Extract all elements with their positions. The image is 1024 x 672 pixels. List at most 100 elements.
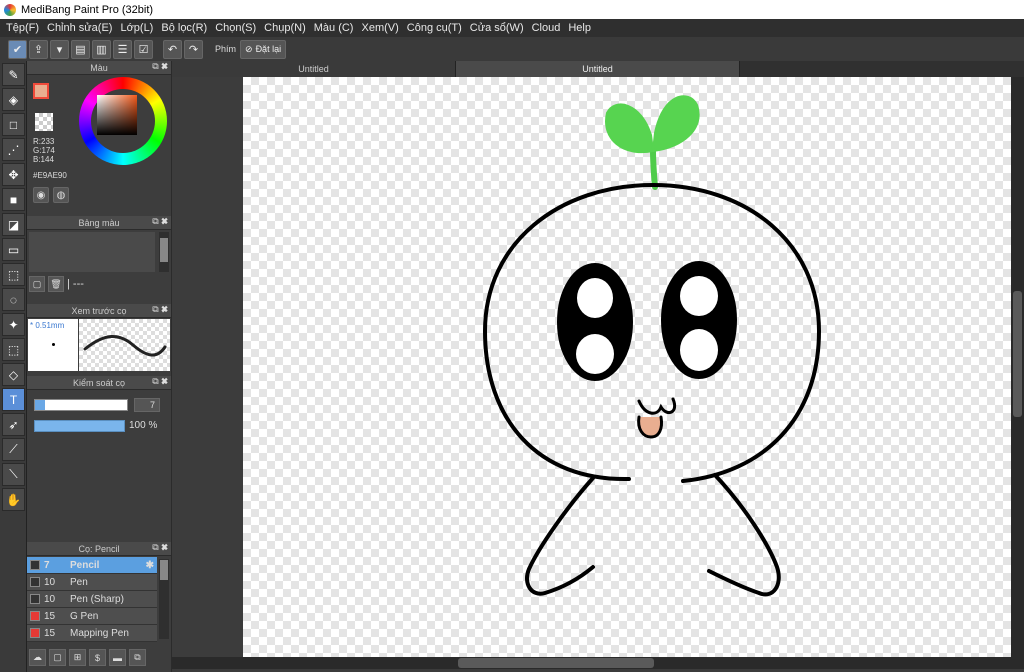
menu-cloud[interactable]: Cloud (528, 22, 565, 34)
swatch-scrollbar[interactable] (159, 232, 169, 272)
panel-close-icon[interactable]: ⧉ ✖ (152, 61, 168, 72)
menu-snap[interactable]: Chụp(N) (260, 22, 310, 34)
gradient-tool-icon[interactable]: ▭ (2, 238, 25, 261)
menu-layer[interactable]: Lớp(L) (116, 22, 157, 34)
undo-icon[interactable]: ↶ (163, 39, 182, 59)
brush-size: 15 (44, 627, 56, 639)
key-label: Phím (215, 44, 237, 54)
move-tool-icon[interactable]: ✥ (2, 163, 25, 186)
transparent-color-swatch[interactable] (35, 113, 53, 131)
document-icon[interactable]: ▥ (92, 39, 111, 59)
color-wheel[interactable] (79, 77, 167, 165)
brush-size-value[interactable]: 7 (134, 398, 160, 412)
magic-wand-tool-icon[interactable]: ✦ (2, 313, 25, 336)
divide-tool-icon[interactable]: ⟋ (2, 438, 25, 461)
tab-untitled-1[interactable]: Untitled (172, 61, 456, 77)
brush-panel-title: Cọ: Pencil (78, 543, 120, 554)
menu-edit[interactable]: Chỉnh sửa(E) (43, 22, 116, 34)
app-window: MediBang Paint Pro (32bit) Tệp(F) Chỉnh … (0, 0, 1024, 672)
color-panel-title: Màu (90, 62, 108, 73)
tab-untitled-2[interactable]: Untitled (456, 61, 740, 77)
brush-row[interactable]: 7 Pencil ✱ (27, 557, 157, 574)
brush-control-panel: Kiểm soát cọ ⧉ ✖ 7 100 % (27, 376, 171, 438)
panel-close-icon[interactable]: ⧉ ✖ (152, 376, 168, 387)
brush-opacity-value: 100 % (129, 420, 158, 431)
brush-opacity-slider[interactable] (34, 420, 125, 432)
fill-rect-tool-icon[interactable]: ■ (2, 188, 25, 211)
panel-close-icon[interactable]: ⧉ ✖ (152, 304, 168, 315)
brush-color-box (30, 577, 40, 587)
redo-icon[interactable]: ↷ (184, 39, 203, 59)
select-pen-tool-icon[interactable]: ⬚ (2, 338, 25, 361)
rect-shape-tool-icon[interactable]: □ (2, 113, 25, 136)
comment-icon[interactable]: ▾ (50, 39, 69, 59)
brush-size: 7 (44, 559, 50, 571)
brush-panel: Cọ: Pencil ⧉ ✖ 7 Pencil ✱ 10 Pen 10 Pen … (27, 542, 171, 672)
palette-icon[interactable]: ◉ (33, 187, 49, 203)
hand-tool-icon[interactable]: ✋ (2, 488, 25, 511)
new-swatch-icon[interactable]: ▢ (29, 276, 45, 292)
menu-tools[interactable]: Công cụ(T) (403, 22, 466, 34)
swatch-panel-header: Bảng màu ⧉ ✖ (27, 216, 171, 230)
saturation-square[interactable] (97, 95, 137, 135)
menu-color[interactable]: Màu (C) (310, 22, 358, 34)
color-panel: Màu ⧉ ✖ R:233 G:174 B:144 #E9AE90 ◉ ◍ (27, 61, 171, 215)
brush-panel-header: Cọ: Pencil ⧉ ✖ (27, 542, 171, 556)
menu-window[interactable]: Cửa sổ(W) (466, 22, 528, 34)
brush-row[interactable]: 15 G Pen (27, 608, 157, 625)
select-tool-icon[interactable]: ⬚ (2, 263, 25, 286)
new-brush-icon[interactable]: ▢ (49, 649, 66, 666)
brush-preview-header: Xem trước cọ ⧉ ✖ (27, 304, 171, 318)
message-icon[interactable]: ▤ (71, 39, 90, 59)
add-brush-icon[interactable]: ⊞ (69, 649, 86, 666)
brush-row[interactable]: 10 Pen (27, 574, 157, 591)
menu-file[interactable]: Tệp(F) (2, 22, 43, 34)
brush-size: 15 (44, 610, 56, 622)
palette-add-icon[interactable]: ◍ (53, 187, 69, 203)
brush-row[interactable]: 15 Mapping Pen (27, 625, 157, 642)
panel-close-icon[interactable]: ⧉ ✖ (152, 542, 168, 553)
swatch-panel: Bảng màu ⧉ ✖ ▢ 🗑 | --- (27, 216, 171, 296)
duplicate-icon[interactable]: ⧉ (129, 649, 146, 666)
brush-row[interactable]: 10 Pen (Sharp) (27, 591, 157, 608)
delete-swatch-icon[interactable]: 🗑 (48, 276, 64, 292)
brush-color-box (30, 628, 40, 638)
folder-icon[interactable]: ▬ (109, 649, 126, 666)
swatch-area[interactable] (29, 232, 155, 272)
brush-list-scrollbar[interactable] (159, 559, 169, 639)
panel-close-icon[interactable]: ⧉ ✖ (152, 216, 168, 227)
app-logo-icon (4, 3, 16, 16)
character-drawing (482, 95, 822, 597)
drawing-canvas[interactable] (243, 77, 1011, 661)
list-icon[interactable]: ☰ (113, 39, 132, 59)
brush-size-slider[interactable] (34, 399, 128, 411)
lasso-tool-icon[interactable]: ◌ (2, 288, 25, 311)
reset-button[interactable]: ⊘ Đặt lại (240, 39, 287, 59)
select-eraser-tool-icon[interactable]: ◇ (2, 363, 25, 386)
brush-name: G Pen (70, 610, 99, 622)
bucket-tool-icon[interactable]: ◪ (2, 213, 25, 236)
operation-tool-icon[interactable]: ➶ (2, 413, 25, 436)
foreground-color-swatch[interactable] (33, 83, 49, 99)
eyedropper-tool-icon[interactable]: ⟍ (2, 463, 25, 486)
checklist-icon[interactable]: ☑ (134, 39, 153, 59)
dot-tool-icon[interactable]: ⋰ (2, 138, 25, 161)
text-tool-icon[interactable]: T (2, 388, 25, 411)
check-icon[interactable]: ✔ (8, 39, 27, 59)
gear-icon[interactable]: ✱ (146, 560, 154, 571)
vertical-scrollbar[interactable] (1011, 77, 1024, 661)
brush-control-header: Kiểm soát cọ ⧉ ✖ (27, 376, 171, 390)
canvas-viewport[interactable] (172, 77, 1024, 661)
brush-size: 10 (44, 593, 56, 605)
menu-filter[interactable]: Bộ lọc(R) (157, 22, 211, 34)
brush-settings-icon[interactable]: $ (89, 649, 106, 666)
palette-buttons: ◉ ◍ (33, 187, 69, 203)
menu-select[interactable]: Chọn(S) (211, 22, 260, 34)
brush-tool-icon[interactable]: ✎ (2, 63, 25, 86)
horizontal-scrollbar[interactable] (172, 657, 1024, 669)
eraser-tool-icon[interactable]: ◈ (2, 88, 25, 111)
menu-help[interactable]: Help (564, 22, 595, 34)
upload-icon[interactable]: ⇪ (29, 39, 48, 59)
menu-view[interactable]: Xem(V) (357, 22, 402, 34)
cloud-download-icon[interactable]: ☁ (29, 649, 46, 666)
